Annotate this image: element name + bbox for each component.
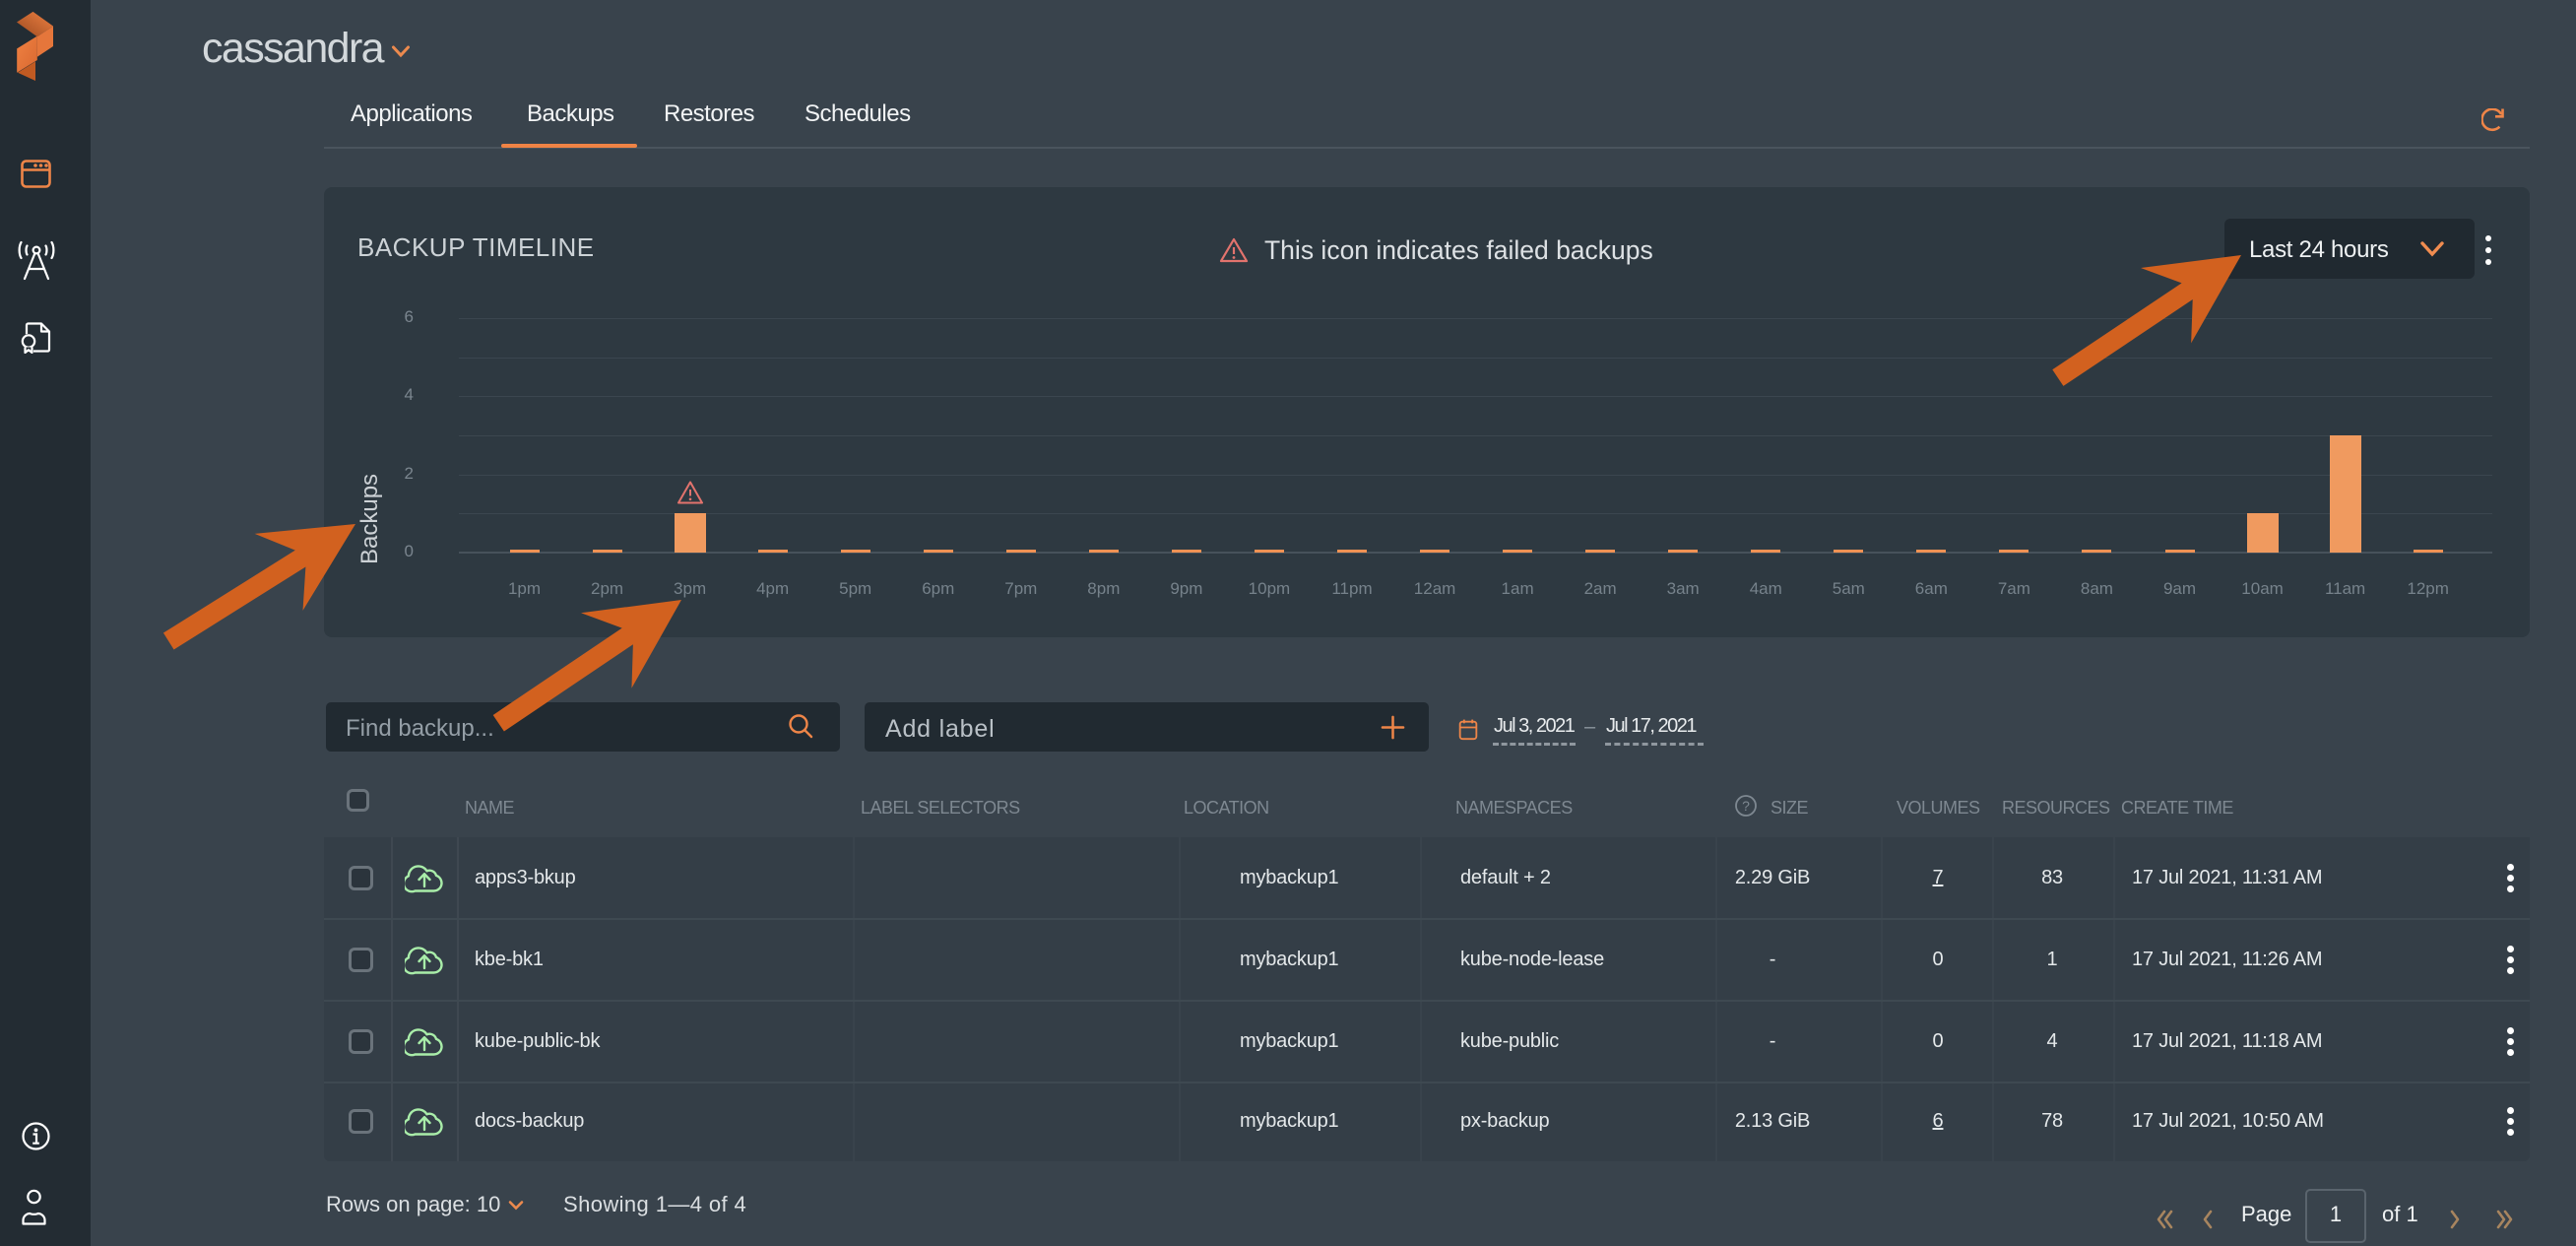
svg-text:?: ? (1742, 798, 1750, 814)
